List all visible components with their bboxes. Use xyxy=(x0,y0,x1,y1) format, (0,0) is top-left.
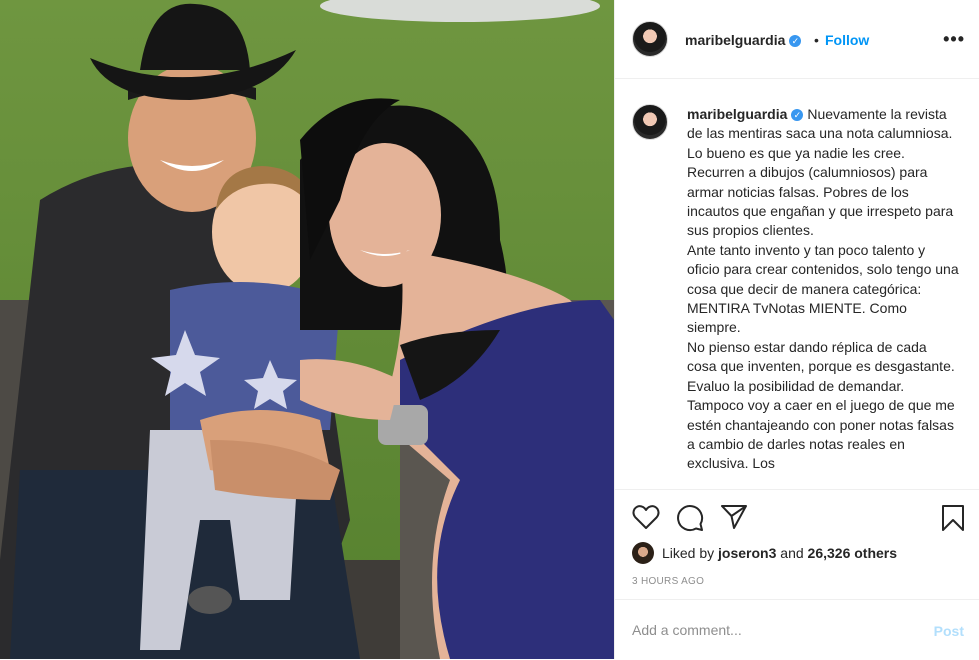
separator-dot: • xyxy=(814,32,819,48)
post-header: maribelguardia ✓ • Follow ••• xyxy=(615,0,979,79)
follow-button[interactable]: Follow xyxy=(825,32,869,48)
caption-verified-icon: ✓ xyxy=(791,109,804,121)
likes-prefix: Liked by xyxy=(662,545,719,561)
caption-username[interactable]: maribelguardia ✓ xyxy=(687,106,804,122)
bookmark-icon[interactable] xyxy=(941,504,965,532)
comment-input[interactable] xyxy=(632,622,912,638)
photo-illustration xyxy=(0,0,614,659)
comment-box: Post xyxy=(615,599,979,660)
post-photo[interactable] xyxy=(0,0,614,659)
liker-username[interactable]: joseron3 xyxy=(718,545,776,561)
comment-icon[interactable] xyxy=(676,504,704,532)
caption-section: maribelguardia ✓ Nuevamente la revista de … xyxy=(615,79,979,488)
verified-icon: ✓ xyxy=(789,35,802,47)
post-comment-button[interactable]: Post xyxy=(934,623,964,639)
caption-text: Nuevamente la revista de las mentiras sa… xyxy=(687,106,959,472)
caption-avatar[interactable] xyxy=(632,104,668,140)
likes-row: Liked by joseron3 and 26,326 others xyxy=(632,542,897,564)
post-side-panel: maribelguardia ✓ • Follow ••• maribelguar… xyxy=(614,0,979,659)
heart-icon[interactable] xyxy=(632,504,660,530)
author-username[interactable]: maribelguardia ✓ xyxy=(685,32,802,48)
author-avatar[interactable] xyxy=(632,21,668,57)
share-icon[interactable] xyxy=(720,504,748,530)
caption: maribelguardia ✓ Nuevamente la revista de … xyxy=(687,105,959,474)
likes-count[interactable]: 26,326 others xyxy=(808,545,898,561)
instagram-post: maribelguardia ✓ • Follow ••• maribelguar… xyxy=(0,0,979,659)
likes-text: Liked by joseron3 and 26,326 others xyxy=(662,545,897,561)
author-username-text[interactable]: maribelguardia xyxy=(685,32,785,48)
post-timestamp[interactable]: 3 HOURS AGO xyxy=(632,576,704,587)
more-options-icon[interactable]: ••• xyxy=(943,30,965,48)
likes-middle: and xyxy=(776,545,808,561)
post-actions: Liked by joseron3 and 26,326 others 3 HO… xyxy=(615,489,979,600)
caption-username-text[interactable]: maribelguardia xyxy=(687,106,787,122)
liker-avatar[interactable] xyxy=(632,542,654,564)
